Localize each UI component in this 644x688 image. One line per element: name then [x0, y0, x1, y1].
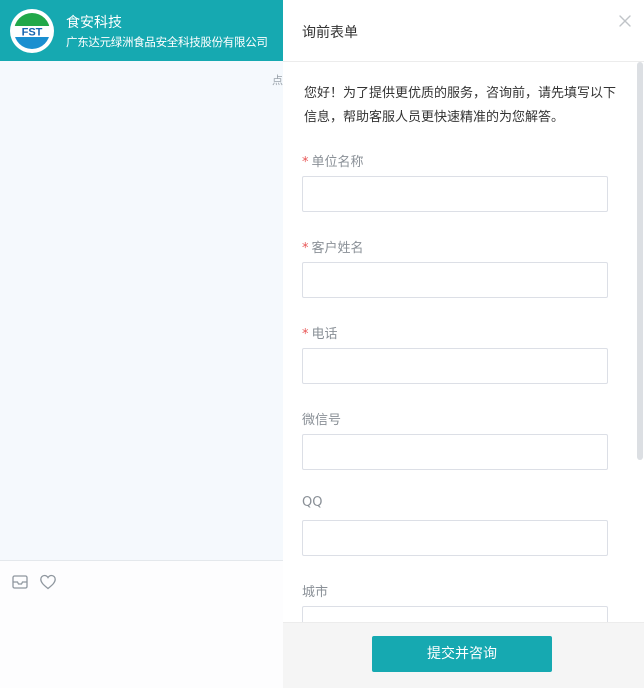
- scrollbar[interactable]: [637, 62, 643, 460]
- chat-window: FST 食安科技 广东达元绿洲食品安全科技股份有限公司 点: [0, 0, 284, 688]
- company-logo: FST: [10, 9, 54, 53]
- qq-input[interactable]: [302, 520, 608, 556]
- required-mark: *: [302, 327, 309, 342]
- chat-toolbar: [0, 560, 283, 688]
- heart-icon[interactable]: [39, 573, 57, 591]
- logo-text: FST: [22, 27, 43, 39]
- chat-message-area: [0, 61, 283, 560]
- brand-subtitle: 广东达元绿洲食品安全科技股份有限公司: [66, 35, 268, 49]
- required-mark: *: [302, 241, 309, 256]
- phone-input[interactable]: [302, 348, 608, 384]
- customer-name-input[interactable]: [302, 262, 608, 298]
- form-body[interactable]: 您好！为了提供更优质的服务，咨询前，请先填写以下信息，帮助客服人员更快速精准的为…: [283, 62, 636, 622]
- field-label-phone: * 电话: [302, 327, 338, 342]
- chat-hint-text: 点: [272, 74, 283, 87]
- field-label-customer-name: * 客户姓名: [302, 241, 364, 256]
- form-footer: 提交并咨询: [283, 622, 644, 688]
- pre-chat-form-panel: 询前表单 您好！为了提供更优质的服务，咨询前，请先填写以下信息，帮助客服人员更快…: [283, 0, 644, 688]
- field-label-qq: QQ: [302, 495, 323, 510]
- form-title: 询前表单: [302, 25, 358, 41]
- submit-consult-button[interactable]: 提交并咨询: [372, 636, 552, 672]
- chat-header: FST 食安科技 广东达元绿洲食品安全科技股份有限公司: [0, 0, 283, 61]
- form-intro: 您好！为了提供更优质的服务，咨询前，请先填写以下信息，帮助客服人员更快速精准的为…: [304, 86, 617, 125]
- close-icon[interactable]: [618, 13, 632, 27]
- envelope-icon[interactable]: [11, 573, 29, 591]
- field-label-city: 城市: [302, 585, 329, 600]
- company-name-input[interactable]: [302, 176, 608, 212]
- city-input[interactable]: [302, 606, 608, 622]
- wechat-input[interactable]: [302, 434, 608, 470]
- required-mark: *: [302, 155, 309, 170]
- field-label-company: * 单位名称: [302, 155, 364, 170]
- field-label-wechat: 微信号: [302, 413, 342, 428]
- brand-name: 食安科技: [66, 15, 122, 31]
- form-header: 询前表单: [283, 0, 644, 62]
